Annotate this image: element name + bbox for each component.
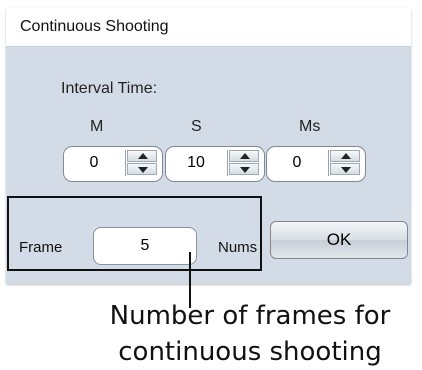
ok-button[interactable]: OK [270, 221, 408, 259]
minutes-spinner-buttons [125, 150, 158, 176]
milliseconds-spinner-buttons [328, 150, 361, 176]
frame-highlight-box [7, 196, 262, 271]
arrow-up-icon [240, 153, 250, 159]
milliseconds-decrement-button[interactable] [330, 163, 360, 175]
caption-line-1: Number of frames for [109, 301, 391, 331]
arrow-down-icon [341, 167, 351, 173]
seconds-decrement-button[interactable] [229, 163, 259, 175]
minutes-label: M [90, 118, 104, 135]
arrow-up-icon [138, 153, 148, 159]
minutes-value[interactable]: 0 [64, 154, 124, 172]
annotation-caption: Number of frames for continuous shooting [105, 298, 395, 370]
milliseconds-value[interactable]: 0 [267, 154, 327, 172]
seconds-spinner-buttons [227, 150, 260, 176]
arrow-down-icon [240, 167, 250, 173]
minutes-spinner[interactable]: 0 [63, 146, 163, 182]
arrow-up-icon [341, 153, 351, 159]
seconds-spinner[interactable]: 10 [165, 146, 265, 182]
interval-time-label: Interval Time: [61, 80, 158, 97]
minutes-decrement-button[interactable] [127, 163, 157, 175]
milliseconds-spinner[interactable]: 0 [266, 146, 366, 182]
milliseconds-increment-button[interactable] [330, 150, 360, 162]
seconds-label: S [191, 118, 202, 135]
seconds-value[interactable]: 10 [166, 154, 226, 172]
minutes-increment-button[interactable] [127, 150, 157, 162]
dialog-titlebar: Continuous Shooting [6, 8, 411, 47]
milliseconds-label: Ms [299, 118, 321, 135]
seconds-increment-button[interactable] [229, 150, 259, 162]
dialog-title: Continuous Shooting [20, 18, 169, 35]
caption-line-2: continuous shooting [118, 337, 382, 367]
arrow-down-icon [138, 167, 148, 173]
